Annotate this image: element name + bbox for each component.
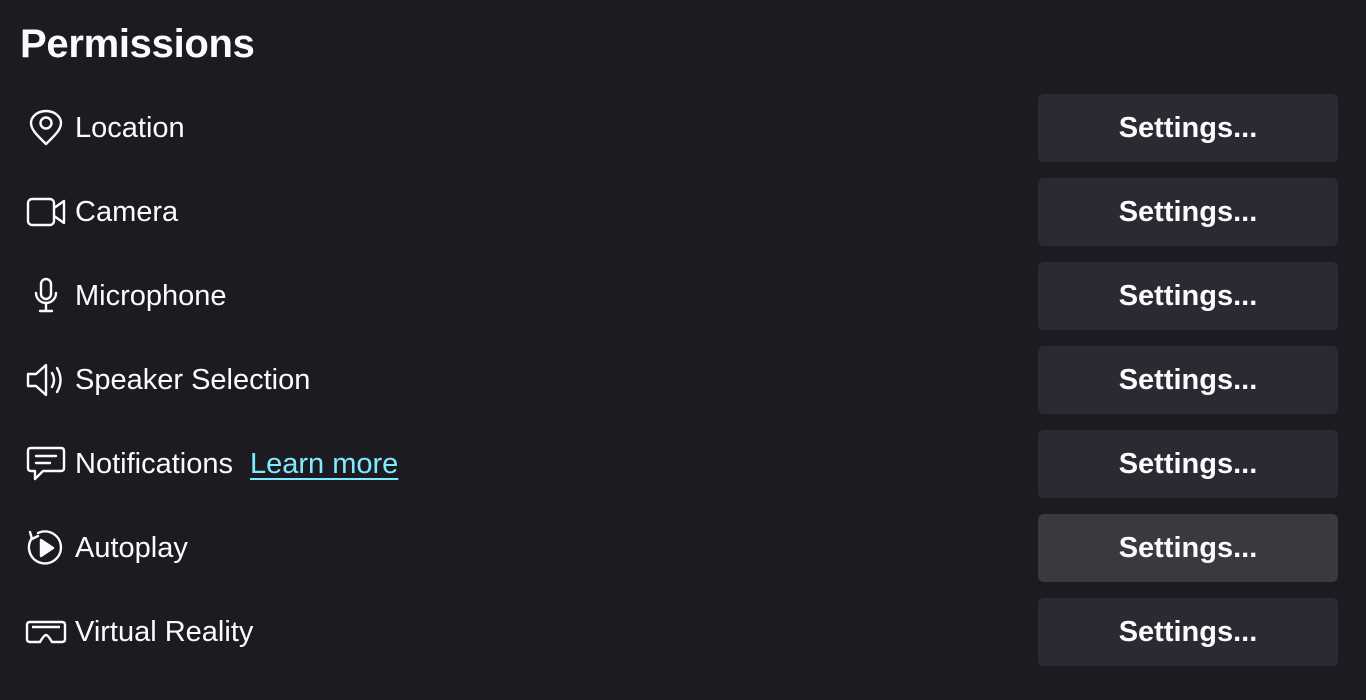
permission-row-notifications: Notifications Learn more Settings... <box>0 430 1366 498</box>
camera-settings-button[interactable]: Settings... <box>1038 178 1338 246</box>
virtual-reality-settings-button[interactable]: Settings... <box>1038 598 1338 666</box>
microphone-icon <box>26 277 66 314</box>
permissions-page: Permissions Location Settings... Camera … <box>0 0 1366 700</box>
permission-row-autoplay: Autoplay Settings... <box>0 514 1366 582</box>
camera-icon <box>26 194 66 230</box>
speaker-selection-settings-button[interactable]: Settings... <box>1038 346 1338 414</box>
notifications-settings-button[interactable]: Settings... <box>1038 430 1338 498</box>
permissions-list: Location Settings... Camera Settings... <box>0 94 1366 682</box>
microphone-settings-button[interactable]: Settings... <box>1038 262 1338 330</box>
permission-row-location: Location Settings... <box>0 94 1366 162</box>
permission-label: Autoplay <box>75 532 188 564</box>
section-title: Permissions <box>20 22 255 66</box>
permission-row-camera: Camera Settings... <box>0 178 1366 246</box>
speaker-icon <box>26 362 66 398</box>
permission-row-virtual-reality: Virtual Reality Settings... <box>0 598 1366 666</box>
location-pin-icon <box>26 109 66 146</box>
autoplay-icon <box>26 530 66 566</box>
permission-label: Virtual Reality <box>75 616 254 648</box>
vr-headset-icon <box>25 614 67 650</box>
location-settings-button[interactable]: Settings... <box>1038 94 1338 162</box>
autoplay-settings-button[interactable]: Settings... <box>1038 514 1338 582</box>
permission-label: Speaker Selection <box>75 364 311 396</box>
learn-more-link[interactable]: Learn more <box>250 447 398 481</box>
permission-row-speaker-selection: Speaker Selection Settings... <box>0 346 1366 414</box>
permission-label: Location <box>75 112 185 144</box>
permission-label: Camera <box>75 196 179 228</box>
permission-label: Microphone <box>75 280 227 312</box>
notification-icon <box>26 446 66 482</box>
permission-row-microphone: Microphone Settings... <box>0 262 1366 330</box>
permission-label: Notifications <box>75 448 233 480</box>
